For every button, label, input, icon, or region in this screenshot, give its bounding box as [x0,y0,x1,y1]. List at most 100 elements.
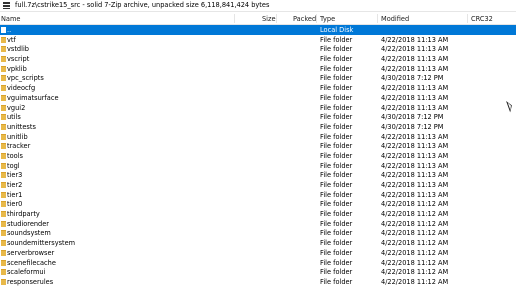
file-list-row[interactable]: soundsystem File folder 4/22/2018 11:12 AM [0,228,516,238]
file-type: File folder [320,239,353,248]
file-list-row[interactable]: tier1 File folder 4/22/2018 11:13 AM [0,190,516,200]
folder-icon [1,259,6,266]
file-modified: 4/22/2018 11:13 AM [381,142,449,151]
column-header-size[interactable]: Size [262,15,276,23]
file-list-row[interactable]: unitlib File folder 4/22/2018 11:13 AM [0,132,516,142]
file-name: vtf [7,35,16,44]
file-list-row[interactable]: togl File folder 4/22/2018 11:13 AM [0,161,516,171]
file-modified: 4/22/2018 11:13 AM [381,161,449,170]
file-list-row[interactable]: vtf File folder 4/22/2018 11:13 AM [0,35,516,45]
file-modified: 4/22/2018 11:13 AM [381,181,449,189]
folder-icon [1,220,6,227]
column-header-packed[interactable]: Packed [293,15,316,23]
file-modified: 4/22/2018 11:12 AM [381,200,449,209]
archive-path-text: full.7z\cstrike15_src - solid 7-Zip arch… [15,1,270,9]
column-divider[interactable] [316,14,317,23]
folder-icon [1,65,6,72]
folder-icon [1,278,6,285]
file-type: File folder [320,229,353,238]
file-type: File folder [320,219,353,228]
file-list-row[interactable]: soundemittersystem File folder 4/22/2018 1… [0,238,516,248]
folder-icon [1,143,6,150]
file-modified: 4/22/2018 11:12 AM [381,248,449,257]
file-type: File folder [320,268,353,277]
column-header-name[interactable]: Name [1,15,20,23]
file-name: studiorender [7,219,50,228]
file-list-row[interactable]: vscript File folder 4/22/2018 11:13 AM [0,54,516,64]
file-type: File folder [320,74,353,83]
folder-icon [1,114,6,121]
column-header-modified[interactable]: Modified [381,15,409,23]
file-modified: 4/22/2018 11:13 AM [381,84,449,93]
file-type: File folder [320,190,353,199]
folder-icon [1,85,6,92]
file-modified: 4/22/2018 11:12 AM [381,229,449,238]
column-divider[interactable] [377,14,378,23]
file-type: File folder [320,258,353,267]
folder-icon [1,172,6,179]
file-list-row[interactable]: vpc_scripts File folder 4/30/2018 7:12 PM [0,73,516,83]
file-name: .. [7,26,12,34]
file-type: File folder [320,64,353,73]
file-type: File folder [320,210,353,219]
file-list-row[interactable]: unittests File folder 4/30/2018 7:12 PM [0,122,516,132]
file-name: tier2 [7,181,23,189]
archive-icon [3,2,10,9]
file-list[interactable]: .. Local Disk vtf File folder 4/22/2018 11:1… [0,25,516,287]
file-type: Local Disk [320,26,354,34]
column-divider[interactable] [276,14,277,23]
file-modified: 4/22/2018 11:12 AM [381,219,449,228]
file-modified: 4/30/2018 7:12 PM [381,113,444,122]
file-name: soundemittersystem [7,239,76,248]
file-modified: 4/22/2018 11:12 AM [381,277,449,286]
file-type: File folder [320,122,353,131]
file-modified: 4/22/2018 11:12 AM [381,268,449,277]
folder-icon [1,46,6,53]
file-modified: 4/22/2018 11:13 AM [381,64,449,73]
file-name: soundsystem [7,229,51,238]
file-list-row[interactable]: serverbrowser File folder 4/22/2018 11:12 … [0,248,516,258]
file-modified: 4/22/2018 11:12 AM [381,258,449,267]
file-list-row[interactable]: thirdparty File folder 4/22/2018 11:12 AM [0,209,516,219]
file-modified: 4/22/2018 11:13 AM [381,35,449,44]
file-list-row[interactable]: scenefilecache File folder 4/22/2018 11:12… [0,258,516,268]
file-list-row[interactable]: vpklib File folder 4/22/2018 11:13 AM [0,64,516,74]
file-list-row[interactable]: tier2 File folder 4/22/2018 11:13 AM [0,180,516,190]
file-modified: 4/22/2018 11:13 AM [381,132,449,141]
file-name: vscript [7,55,30,64]
folder-icon [1,94,6,101]
column-divider[interactable] [234,14,235,23]
file-name: scaleformui [7,268,46,277]
file-type: File folder [320,181,353,189]
file-list-row[interactable]: tools File folder 4/22/2018 11:13 AM [0,151,516,161]
column-header-crc[interactable]: CRC32 [471,15,493,23]
file-list-row[interactable]: responserules File folder 4/22/2018 11:12 … [0,277,516,287]
file-list-row[interactable]: tier3 File folder 4/22/2018 11:13 AM [0,170,516,180]
file-name: tracker [7,142,31,151]
file-type: File folder [320,103,353,112]
file-list-row[interactable]: utils File folder 4/30/2018 7:12 PM [0,112,516,122]
file-list-row[interactable]: videocfg File folder 4/22/2018 11:13 AM [0,83,516,93]
file-list-row[interactable]: tracker File folder 4/22/2018 11:13 AM [0,141,516,151]
file-type: File folder [320,277,353,286]
column-header-type[interactable]: Type [320,15,335,23]
file-modified: 4/22/2018 11:13 AM [381,55,449,64]
archive-path-bar[interactable]: full.7z\cstrike15_src - solid 7-Zip arch… [0,0,516,12]
file-modified: 4/22/2018 11:13 AM [381,103,449,112]
file-list-row[interactable]: studiorender File folder 4/22/2018 11:12 A… [0,219,516,229]
file-type: File folder [320,45,353,54]
file-list-row[interactable]: .. Local Disk [0,25,516,35]
file-type: File folder [320,171,353,180]
folder-icon [1,133,6,140]
file-list-row[interactable]: vgui2 File folder 4/22/2018 11:13 AM [0,103,516,113]
file-type: File folder [320,84,353,93]
file-name: utils [7,113,21,122]
file-list-row[interactable]: scaleformui File folder 4/22/2018 11:12 AM [0,267,516,277]
file-list-row[interactable]: vguimatsurface File folder 4/22/2018 11:13… [0,93,516,103]
column-divider[interactable] [467,14,468,23]
folder-icon [1,162,6,169]
folder-icon [1,211,6,218]
file-list-row[interactable]: tier0 File folder 4/22/2018 11:12 AM [0,199,516,209]
file-modified: 4/22/2018 11:13 AM [381,151,449,160]
file-list-row[interactable]: vstdlib File folder 4/22/2018 11:13 AM [0,44,516,54]
